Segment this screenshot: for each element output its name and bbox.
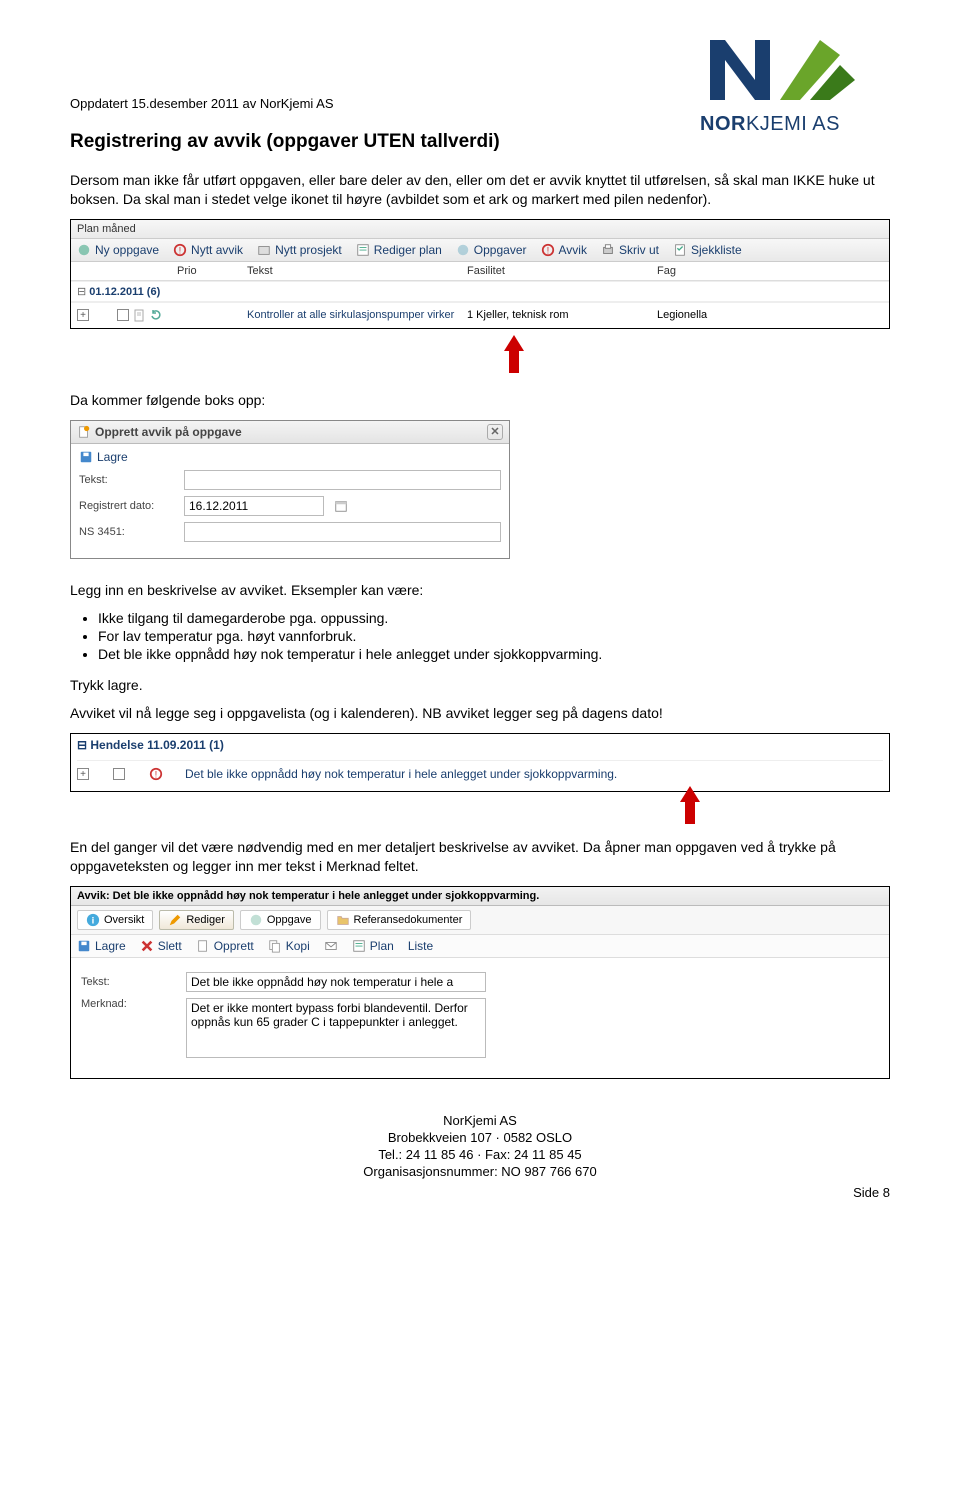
svg-text:!: ! — [179, 245, 181, 255]
list-item: Det ble ikke oppnådd høy nok temperatur … — [98, 646, 890, 662]
row-fasilitet: 1 Kjeller, teknisk rom — [467, 309, 657, 321]
mail-button[interactable] — [324, 939, 338, 953]
nytt-avvik-button[interactable]: !Nytt avvik — [173, 243, 243, 257]
expand-icon[interactable]: + — [77, 768, 89, 780]
ny-oppgave-button[interactable]: Ny oppgave — [77, 243, 159, 257]
logo-text: NORKJEMI AS — [700, 113, 890, 136]
opprett-avvik-dialog: Opprett avvik på oppgave ✕ Lagre Tekst: … — [70, 420, 510, 559]
dato-label: Registrert dato: — [79, 500, 174, 512]
warning-icon: ! — [149, 767, 163, 781]
avvik-tekst-label: Tekst: — [81, 976, 176, 988]
hendelse-header[interactable]: ⊟ Hendelse 11.09.2011 (1) — [77, 738, 883, 752]
expand-icon[interactable]: + — [77, 309, 89, 321]
example-list: Ikke tilgang til damegarderobe pga. oppu… — [98, 610, 890, 662]
rediger-plan-button[interactable]: Rediger plan — [356, 243, 442, 257]
avvik-head: Avvik: Det ble ikke oppnådd høy nok temp… — [71, 887, 889, 906]
copy-icon — [268, 939, 282, 953]
checkbox[interactable] — [113, 768, 125, 780]
avvik-edit-panel: Avvik: Det ble ikke oppnådd høy nok temp… — [70, 886, 890, 1079]
date-group[interactable]: 01.12.2011 (6) — [71, 281, 889, 302]
paragraph-2: Da kommer følgende boks opp: — [70, 391, 890, 410]
tab-row: iOversikt Rediger Oppgave Referansedokum… — [71, 906, 889, 935]
list-item: Ikke tilgang til damegarderobe pga. oppu… — [98, 610, 890, 626]
table-row: + Kontroller at alle sirkulasjonspumper … — [71, 302, 889, 328]
checkbox[interactable] — [117, 309, 129, 321]
logo-mark — [700, 30, 860, 110]
plan-icon — [352, 939, 366, 953]
opprett-button[interactable]: Opprett — [196, 939, 254, 953]
page-footer: NorKjemi AS Brobekkveien 107 · 0582 OSLO… — [70, 1113, 890, 1181]
red-arrow-2 — [490, 788, 890, 824]
tab-oversikt[interactable]: iOversikt — [77, 910, 153, 930]
refresh-icon[interactable] — [150, 309, 163, 322]
ns-input[interactable] — [184, 522, 501, 542]
plan-button[interactable]: Plan — [352, 939, 394, 953]
kopi-button[interactable]: Kopi — [268, 939, 310, 953]
panel-toolbar: Ny oppgave !Nytt avvik Nytt prosjekt Red… — [71, 239, 889, 262]
svg-text:i: i — [92, 916, 95, 927]
lagre-button[interactable]: Lagre — [79, 450, 501, 464]
tab-oppgave[interactable]: Oppgave — [240, 910, 321, 930]
svg-text:!: ! — [155, 770, 157, 780]
panel-title: Plan måned — [71, 220, 889, 239]
paragraph-3: Legg inn en beskrivelse av avviket. Ekse… — [70, 581, 890, 600]
nytt-prosjekt-button[interactable]: Nytt prosjekt — [257, 243, 342, 257]
svg-text:!: ! — [546, 245, 548, 255]
tab-rediger[interactable]: Rediger — [159, 910, 234, 930]
hendelse-text[interactable]: Det ble ikke oppnådd høy nok temperatur … — [185, 767, 883, 781]
pencil-icon — [168, 913, 182, 927]
dato-input[interactable] — [184, 496, 324, 516]
tab-referanse[interactable]: Referansedokumenter — [327, 910, 472, 930]
document-icon[interactable] — [133, 309, 146, 322]
oppgaver-button[interactable]: Oppgaver — [456, 243, 527, 257]
sjekkliste-button[interactable]: Sjekkliste — [673, 243, 742, 257]
merknad-textarea[interactable]: Det er ikke montert bypass forbi blandev… — [186, 998, 486, 1058]
ns-label: NS 3451: — [79, 526, 174, 538]
list-item: For lav temperatur pga. høyt vannforbruk… — [98, 628, 890, 644]
paragraph-4a: Trykk lagre. — [70, 676, 890, 695]
plan-panel: Plan måned Ny oppgave !Nytt avvik Nytt p… — [70, 219, 890, 329]
page-number: Side 8 — [70, 1185, 890, 1200]
toolbar-row: Lagre Slett Opprett Kopi Plan Liste — [71, 935, 889, 958]
liste-button[interactable]: Liste — [408, 939, 433, 953]
paragraph-4b: Avviket vil nå legge seg i oppgavelista … — [70, 704, 890, 723]
avvik-button[interactable]: !Avvik — [541, 243, 587, 257]
document-new-icon — [77, 425, 91, 439]
document-new-icon — [196, 939, 210, 953]
paragraph-5: En del ganger vil det være nødvendig med… — [70, 838, 890, 876]
hendelse-panel: ⊟ Hendelse 11.09.2011 (1) + ! Det ble ik… — [70, 733, 890, 792]
info-icon: i — [86, 913, 100, 927]
calendar-icon[interactable] — [334, 499, 348, 513]
folder-icon — [336, 913, 350, 927]
task-icon — [249, 913, 263, 927]
table-header: Prio Tekst Fasilitet Fag — [71, 262, 889, 281]
merknad-label: Merknad: — [81, 998, 176, 1010]
lagre-button[interactable]: Lagre — [77, 939, 126, 953]
close-button[interactable]: ✕ — [487, 424, 503, 440]
tekst-label: Tekst: — [79, 474, 174, 486]
mail-icon — [324, 939, 338, 953]
logo-area: NORKJEMI AS — [70, 30, 890, 136]
avvik-tekst-input[interactable] — [186, 972, 486, 992]
save-icon — [77, 939, 91, 953]
red-arrow-1 — [138, 337, 890, 373]
dialog-title: Opprett avvik på oppgave — [95, 425, 242, 439]
save-icon — [79, 450, 93, 464]
skriv-ut-button[interactable]: Skriv ut — [601, 243, 659, 257]
row-fag: Legionella — [657, 309, 777, 321]
tekst-input[interactable] — [184, 470, 501, 490]
delete-icon — [140, 939, 154, 953]
intro-paragraph: Dersom man ikke får utført oppgaven, ell… — [70, 171, 890, 209]
row-tekst[interactable]: Kontroller at alle sirkulasjonspumper vi… — [247, 309, 467, 321]
slett-button[interactable]: Slett — [140, 939, 182, 953]
